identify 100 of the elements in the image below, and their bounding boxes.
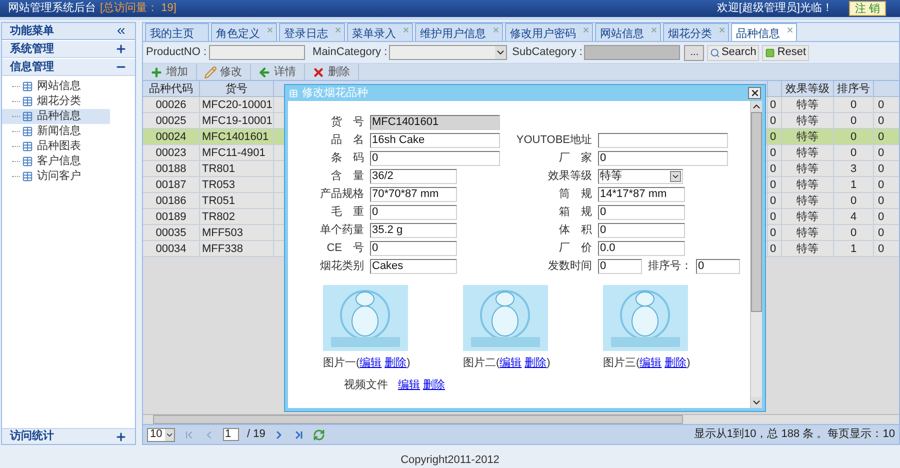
table-cell: MFC20-10001 (200, 97, 274, 112)
tree-item[interactable]: 客户信息 (2, 154, 110, 169)
text-field[interactable]: Cakes (370, 258, 457, 274)
page-number-field[interactable]: 1 (223, 428, 239, 441)
text-field[interactable]: 0 (370, 150, 500, 166)
tab[interactable]: 修改用户密码 (505, 23, 593, 41)
table-cell: TR051 (200, 193, 274, 208)
text-field[interactable]: 14*17*87 mm (598, 186, 685, 202)
close-icon[interactable] (334, 26, 342, 34)
item-label: 品种信息 (37, 109, 81, 124)
tree-item[interactable]: 品种图表 (2, 139, 110, 154)
text-link[interactable]: 编辑 (398, 377, 420, 391)
vertical-scrollbar[interactable] (750, 101, 762, 408)
toolbar-button[interactable]: 修改 (201, 64, 251, 80)
scroll-up-icon[interactable] (751, 101, 762, 112)
table-cell-text: 0 (877, 194, 886, 208)
text-field[interactable]: 0 (598, 258, 642, 274)
text-field[interactable]: 0 (370, 204, 457, 220)
text-link[interactable]: 删除 (384, 357, 407, 369)
pager-info: 显示从1到10，总 188 条 。每页显示：10 (694, 427, 895, 442)
text-link[interactable]: 编辑 (360, 357, 382, 369)
toolbar-button[interactable]: 增加 (147, 64, 197, 80)
subcategory-field[interactable] (584, 45, 680, 60)
reset-icon (765, 48, 776, 58)
table-cell: MFC1401601 (200, 129, 274, 144)
text-link[interactable]: 删除 (423, 377, 445, 391)
column-header: 品种代码 (143, 81, 200, 96)
close-icon[interactable] (402, 26, 410, 34)
caret-icon (495, 46, 506, 59)
tree-item[interactable]: 品种信息 (2, 109, 110, 124)
tree-item[interactable]: 新闻信息 (2, 124, 110, 139)
tab[interactable]: 登录日志 (279, 23, 345, 41)
close-icon[interactable] (786, 26, 794, 34)
table-cell: MFC19-10001 (200, 113, 274, 128)
text-field[interactable]: 0 (370, 240, 457, 256)
tab[interactable]: 烟花分类 (663, 23, 729, 41)
text-field[interactable]: 0 (696, 258, 740, 274)
product-no-field[interactable] (208, 45, 305, 60)
table-cell-text: 0 (877, 226, 886, 240)
table-cell: 00026 (143, 97, 200, 112)
tab[interactable]: 品种信息 (731, 23, 797, 41)
scroll-down-icon[interactable] (751, 397, 762, 408)
tab[interactable]: 网站信息 (595, 23, 661, 41)
text-link[interactable]: 删除 (524, 357, 547, 369)
table-cell: 00034 (143, 241, 200, 256)
text-link[interactable]: 编辑 (500, 357, 522, 369)
expand-icon[interactable] (115, 430, 127, 442)
text-link[interactable]: 编辑 (640, 357, 662, 369)
app-title: 网站管理系统后台 (8, 0, 96, 16)
menu-section-header[interactable]: 信息管理 (2, 59, 135, 76)
toolbar-button[interactable]: 详情 (255, 64, 305, 80)
menu-section-header[interactable]: 访问统计 (2, 428, 135, 444)
table-cell: 特等 (782, 161, 834, 176)
tree-item[interactable]: 烟花分类 (2, 94, 110, 109)
tab[interactable]: 维护用户信息 (415, 23, 503, 41)
table-cell: 00024 (143, 129, 200, 144)
tab[interactable]: 菜单录入 (347, 23, 413, 41)
logout-button[interactable]: 注 销 (848, 1, 886, 16)
search-button[interactable]: Search (707, 44, 760, 60)
last-page-icon[interactable] (293, 428, 306, 440)
close-icon[interactable] (492, 26, 500, 34)
close-button[interactable] (748, 87, 761, 99)
reset-button[interactable]: Reset (762, 44, 810, 60)
close-icon[interactable] (582, 26, 590, 34)
expand-icon[interactable] (115, 43, 127, 55)
close-icon (750, 88, 760, 98)
collapse-icon[interactable] (115, 25, 127, 37)
text-field[interactable] (598, 132, 728, 148)
text-field[interactable]: 0 (598, 222, 685, 238)
text-field[interactable]: 0.0 (598, 240, 685, 256)
table-icon (22, 156, 33, 167)
tree-item[interactable]: 网站信息 (2, 79, 110, 94)
tab[interactable]: 角色定义 (211, 23, 277, 41)
menu-section-header[interactable]: 系统管理 (2, 41, 135, 58)
text-field[interactable]: 35.2 g (370, 222, 457, 238)
table-cell: 0 (768, 193, 782, 208)
first-page-icon[interactable] (183, 428, 195, 440)
close-icon[interactable] (650, 26, 658, 34)
text-field[interactable]: 36/2 (370, 168, 457, 184)
table-cell-text: 0 (877, 210, 886, 224)
text-field[interactable]: 16sh Cake (370, 132, 500, 148)
category-dropdown[interactable] (389, 45, 508, 60)
close-icon[interactable] (266, 26, 274, 34)
tab[interactable]: 我的主页 (145, 23, 209, 41)
refresh-icon[interactable] (313, 428, 326, 440)
dropdown-field[interactable]: 特等 (598, 168, 683, 184)
tree-item[interactable]: 访问客户 (2, 169, 110, 184)
table-cell-text: 0 (877, 130, 886, 144)
text-field[interactable]: 0 (598, 204, 685, 220)
text-field[interactable]: 0 (598, 150, 728, 166)
page-count: / 19 (247, 427, 266, 442)
browse-button[interactable]: ... (684, 44, 704, 60)
toolbar-button[interactable]: 删除 (309, 64, 359, 80)
text-field[interactable]: 70*70*87 mm (370, 186, 457, 202)
page-size-dropdown[interactable]: 10 (147, 428, 175, 442)
table-cell: 0 (834, 145, 874, 160)
close-icon[interactable] (718, 26, 726, 34)
field-label: ProductNO : (146, 45, 207, 60)
text-link[interactable]: 删除 (664, 357, 687, 369)
horizontal-scrollbar[interactable] (143, 414, 899, 424)
